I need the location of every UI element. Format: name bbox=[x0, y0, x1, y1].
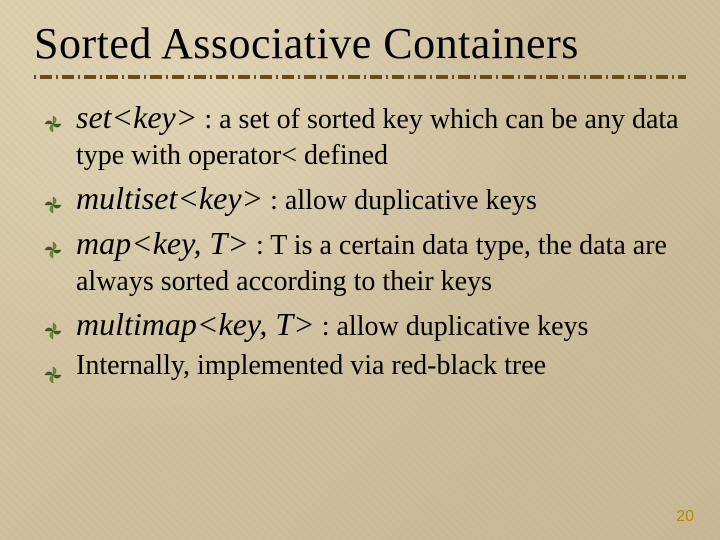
list-item: multiset<key> : allow duplicative keys bbox=[40, 178, 686, 219]
slide-title: Sorted Associative Containers bbox=[34, 18, 686, 69]
pinwheel-bullet-icon bbox=[44, 188, 62, 206]
slide: Sorted Associative Containers set<key> :… bbox=[0, 0, 720, 540]
list-item: Internally, implemented via red-black tr… bbox=[40, 348, 686, 384]
bullet-text: : allow duplicative keys bbox=[315, 311, 589, 342]
pinwheel-bullet-icon bbox=[44, 233, 62, 251]
bullet-text: Internally, implemented via red-black tr… bbox=[76, 350, 546, 381]
code-term: multiset<key> bbox=[76, 180, 263, 216]
title-divider bbox=[34, 75, 686, 79]
code-term: set<key> bbox=[76, 99, 197, 135]
pinwheel-bullet-icon bbox=[44, 107, 62, 125]
list-item: set<key> : a set of sorted key which can… bbox=[40, 97, 686, 174]
list-item: map<key, T> : T is a certain data type, … bbox=[40, 223, 686, 300]
list-item: multimap<key, T> : allow duplicative key… bbox=[40, 304, 686, 345]
bullet-list: set<key> : a set of sorted key which can… bbox=[34, 97, 686, 384]
code-term: multimap<key, T> bbox=[76, 306, 315, 342]
pinwheel-bullet-icon bbox=[44, 314, 62, 332]
code-term: map<key, T> bbox=[76, 225, 249, 261]
bullet-text: : allow duplicative keys bbox=[263, 185, 537, 216]
page-number: 20 bbox=[676, 508, 694, 526]
pinwheel-bullet-icon bbox=[44, 358, 62, 376]
